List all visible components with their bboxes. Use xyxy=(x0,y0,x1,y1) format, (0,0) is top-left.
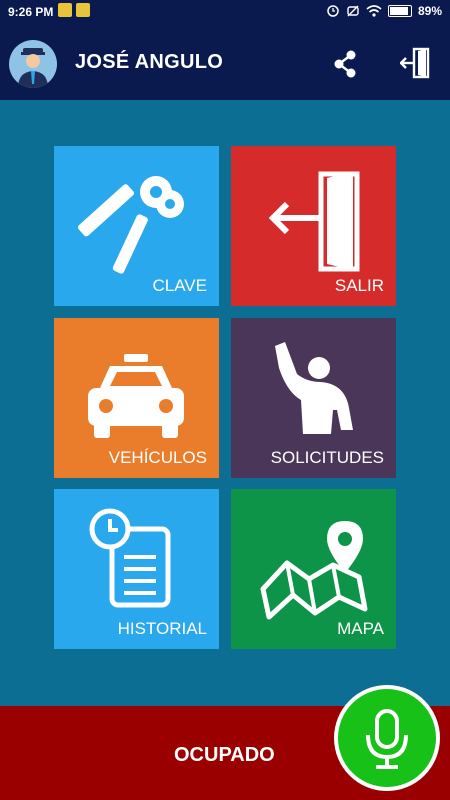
tile-mapa[interactable]: MAPA xyxy=(231,489,396,649)
driver-status-label: OCUPADO xyxy=(174,744,275,766)
share-icon xyxy=(334,50,356,78)
tile-clave[interactable]: CLAVE xyxy=(54,146,219,306)
tile-historial[interactable]: HISTORIAL xyxy=(54,489,219,649)
alarm-icon xyxy=(327,5,339,17)
tile-label: MAPA xyxy=(337,619,384,638)
share-button[interactable] xyxy=(330,49,360,79)
keys-icon xyxy=(78,176,184,274)
tile-label: SALIR xyxy=(334,276,384,295)
logout-button[interactable] xyxy=(399,46,432,80)
driver-avatar-icon xyxy=(9,40,57,88)
tile-label: VEHÍCULOS xyxy=(108,448,207,467)
battery-icon xyxy=(387,5,412,17)
tile-label: SOLICITUDES xyxy=(270,448,384,467)
microphone-icon xyxy=(366,709,408,769)
wifi-icon xyxy=(366,5,382,17)
tile-vehiculos[interactable]: VEHÍCULOS xyxy=(54,318,219,478)
status-icons: 89% xyxy=(326,4,442,18)
map-icon xyxy=(260,521,368,620)
notification-icon xyxy=(76,3,90,17)
status-time: 9:26 PM xyxy=(8,5,54,19)
tile-label: CLAVE xyxy=(152,276,208,295)
user-name: JOSÉ ANGULO xyxy=(75,51,224,73)
person-waving-icon xyxy=(275,342,353,434)
microphone-button[interactable] xyxy=(334,685,440,791)
history-icon xyxy=(89,508,171,608)
status-bar: 9:26 PM 89% xyxy=(0,0,450,24)
exit-door-icon xyxy=(268,171,360,272)
taxi-icon xyxy=(88,354,184,438)
tile-label: HISTORIAL xyxy=(117,619,207,638)
notification-icon xyxy=(58,3,72,17)
exit-door-icon xyxy=(399,47,430,79)
battery-percent: 89% xyxy=(417,4,442,18)
tile-salir[interactable]: SALIR xyxy=(231,146,396,306)
tile-solicitudes[interactable]: SOLICITUDES xyxy=(231,318,396,478)
mute-icon xyxy=(347,5,359,17)
notification-icons xyxy=(58,3,94,20)
app-bar: JOSÉ ANGULO xyxy=(0,24,450,100)
